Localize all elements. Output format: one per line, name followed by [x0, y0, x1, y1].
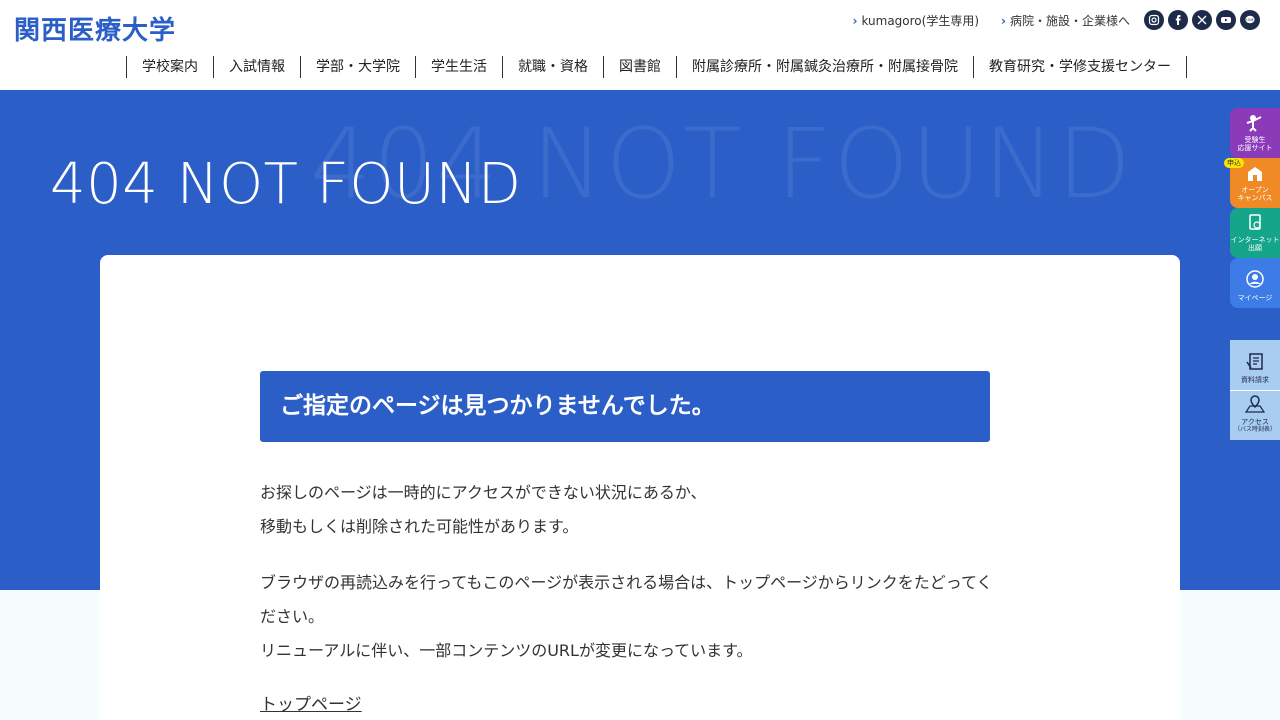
not-found-heading: ご指定のページは見つかりませんでした。: [260, 371, 990, 442]
facebook-icon[interactable]: [1168, 10, 1188, 30]
utility-links: › kumagoro(学生専用) › 病院・施設・企業様へ: [853, 12, 1131, 29]
instagram-icon[interactable]: [1144, 10, 1164, 30]
nav-item-career[interactable]: 就職・資格: [503, 56, 604, 78]
site-logo[interactable]: 関西医療大学: [14, 10, 176, 47]
global-nav: 学校案内 入試情報 学部・大学院 学生生活 就職・資格 図書館 附属診療所・附属…: [126, 56, 1187, 78]
util-link-label: 病院・施設・企業様へ: [1009, 14, 1130, 28]
side-tab-open-campus[interactable]: 申込 オープン キャンパス: [1224, 158, 1280, 208]
side-info-links: 資料請求 アクセス （バス時刻表）: [1230, 340, 1280, 440]
util-link-kumagoro[interactable]: › kumagoro(学生専用): [853, 12, 980, 29]
side-tab-access[interactable]: アクセス （バス時刻表）: [1230, 390, 1280, 440]
side-tab-label: インターネット: [1230, 236, 1280, 244]
nav-item-library[interactable]: 図書館: [604, 56, 677, 78]
side-tab-label: キャンパス: [1237, 194, 1273, 202]
social-links: LINE: [1144, 10, 1260, 30]
side-tab-mypage[interactable]: マイページ: [1230, 258, 1280, 308]
message-paragraph-2: ブラウザの再読込みを行ってもこのページが表示される場合は、トップページからリンク…: [260, 566, 1000, 668]
apply-badge: 申込: [1224, 158, 1244, 168]
nav-item-admission[interactable]: 入試情報: [214, 56, 301, 78]
message-line: 移動もしくは削除された可能性があります。: [260, 517, 579, 536]
nav-item-faculty[interactable]: 学部・大学院: [301, 56, 416, 78]
line-icon[interactable]: LINE: [1240, 10, 1260, 30]
side-tab-exam-support[interactable]: 受験生 応援サイト: [1230, 108, 1280, 158]
message-paragraph-1: お探しのページは一時的にアクセスができない状況にあるか、 移動もしくは削除された…: [260, 476, 1000, 544]
message-line: ブラウザの再読込みを行ってもこのページが表示される場合は、トップページからリンク…: [260, 573, 993, 626]
nav-item-clinic[interactable]: 附属診療所・附属鍼灸治療所・附属接骨院: [677, 56, 974, 78]
youtube-icon[interactable]: [1216, 10, 1236, 30]
util-link-label: kumagoro(学生専用): [861, 14, 980, 28]
message-line: リニューアルに伴い、一部コンテンツのURLが変更になっています。: [260, 641, 753, 660]
cheer-person-icon: [1246, 115, 1262, 132]
side-tab-label: （バス時刻表）: [1233, 426, 1276, 433]
message-line: お探しのページは一時的にアクセスができない状況にあるか、: [260, 483, 707, 502]
line-icon-label: LINE: [1246, 18, 1254, 22]
page-title: 404 NOT FOUND: [50, 152, 522, 217]
side-tab-label: オープン: [1241, 186, 1269, 194]
chevron-right-icon: ›: [852, 13, 858, 28]
side-tab-label: 応援サイト: [1237, 144, 1273, 152]
brochure-icon: [1246, 353, 1263, 370]
nav-item-research-center[interactable]: 教育研究・学修支援センター: [974, 56, 1187, 78]
side-tab-request-docs[interactable]: 資料請求: [1230, 340, 1280, 390]
side-tab-label: マイページ: [1237, 294, 1273, 302]
x-icon[interactable]: [1192, 10, 1212, 30]
side-tab-web-application[interactable]: インターネット 出願: [1230, 208, 1280, 258]
document-globe-icon: [1249, 214, 1261, 230]
chevron-right-icon: ›: [1001, 13, 1006, 28]
side-tab-label: 出願: [1248, 244, 1262, 252]
user-icon: [1246, 270, 1264, 288]
side-quick-links: 受験生 応援サイト 申込 オープン キャンパス インターネット 出願 マイページ: [1224, 108, 1280, 308]
nav-item-student-life[interactable]: 学生生活: [416, 56, 503, 78]
side-tab-label: 資料請求: [1241, 376, 1269, 384]
util-link-partners[interactable]: › 病院・施設・企業様へ: [1001, 12, 1130, 29]
side-tab-label: 受験生: [1244, 136, 1266, 144]
content-body: ご指定のページは見つかりませんでした。 お探しのページは一時的にアクセスができな…: [260, 371, 992, 715]
building-icon: [1248, 167, 1262, 181]
nav-item-about[interactable]: 学校案内: [127, 56, 214, 78]
side-tab-label: アクセス: [1241, 418, 1269, 426]
top-page-link[interactable]: トップページ: [260, 690, 362, 715]
content-card: ご指定のページは見つかりませんでした。 お探しのページは一時的にアクセスができな…: [100, 255, 1180, 720]
site-header: 関西医療大学 › kumagoro(学生専用) › 病院・施設・企業様へ LIN…: [0, 0, 1280, 90]
map-pin-icon: [1244, 395, 1266, 413]
